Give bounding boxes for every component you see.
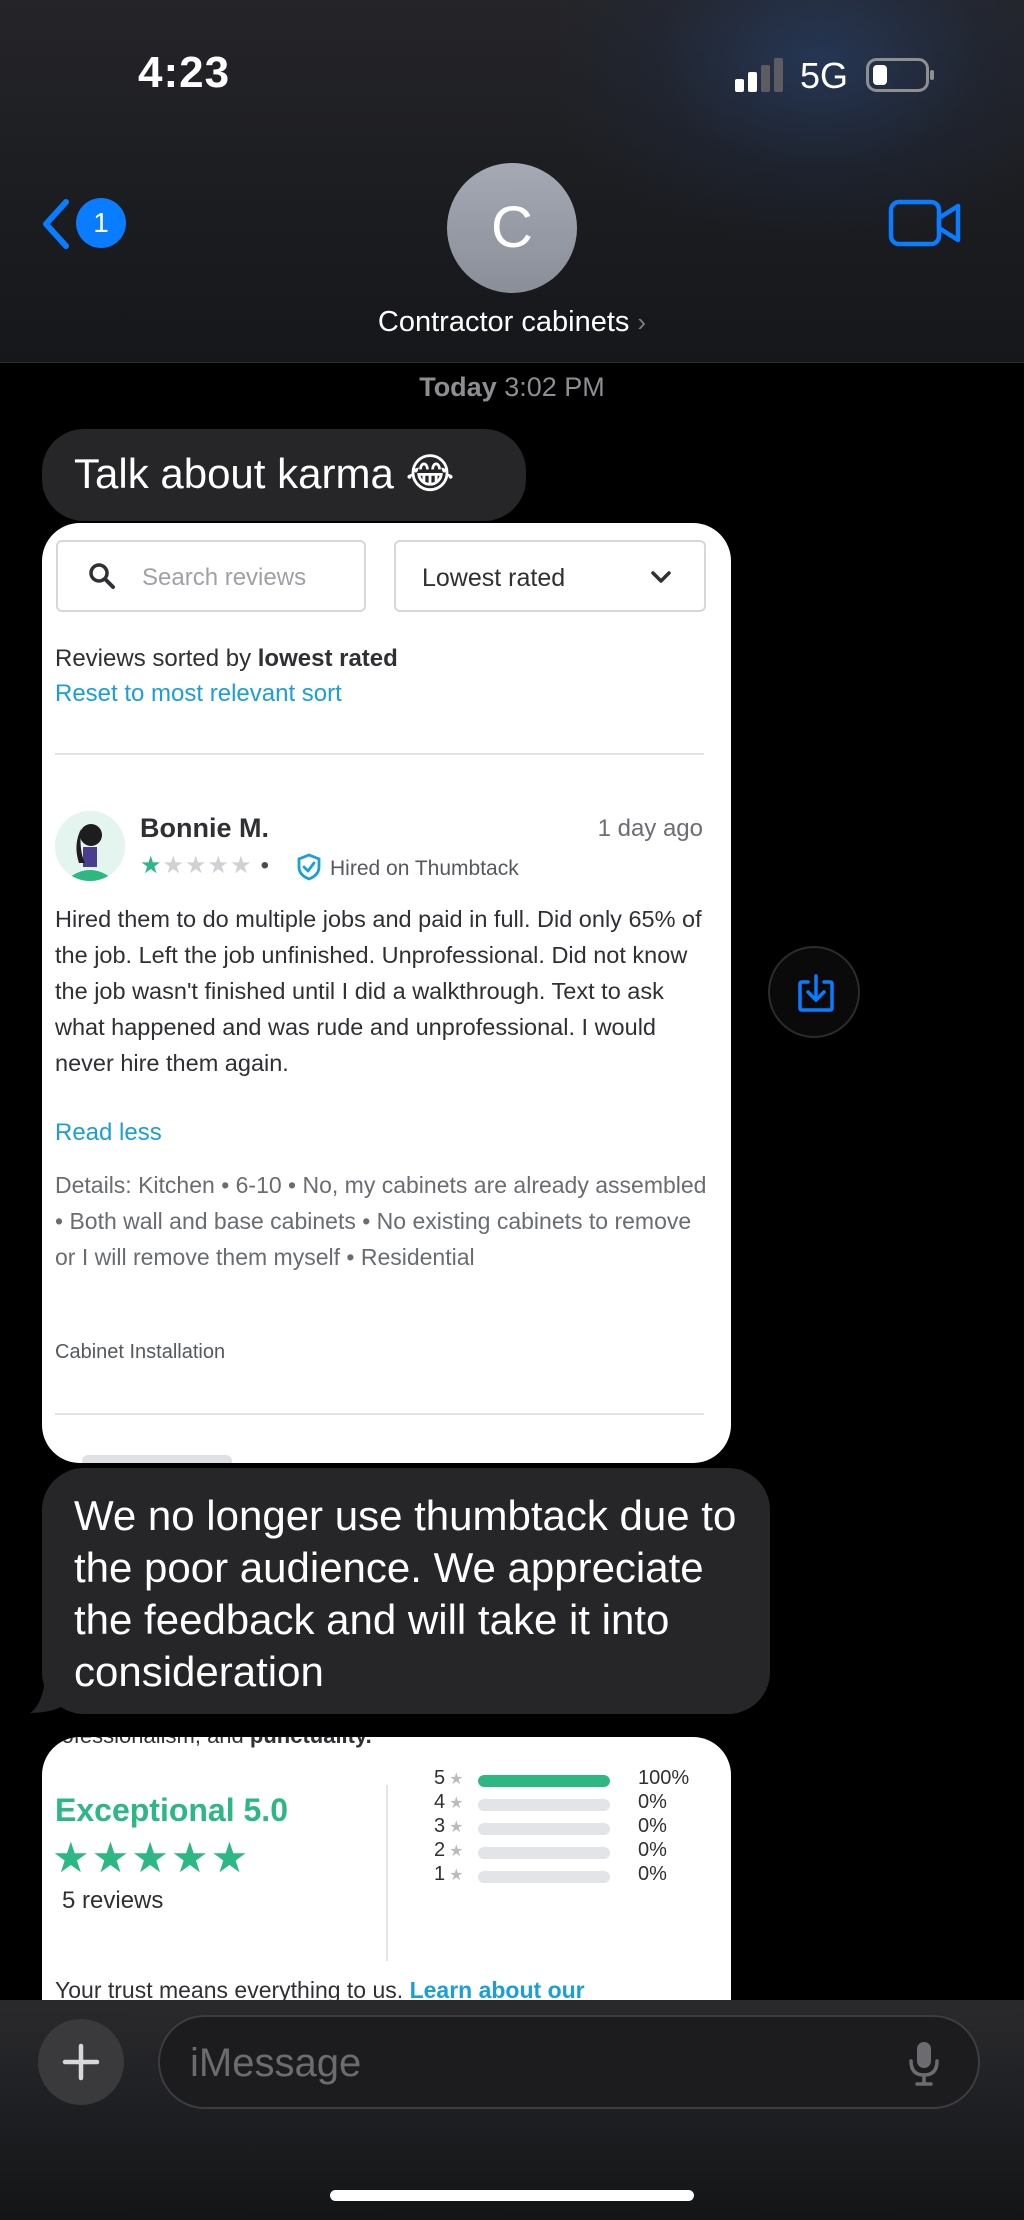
video-camera-icon [888, 199, 961, 247]
image-attachment-review[interactable]: Search reviews Lowest rated Reviews sort… [42, 523, 731, 1463]
message-timestamp: Today 3:02 PM [0, 372, 1024, 403]
service-category: Cabinet Installation [55, 1341, 226, 1363]
save-download-icon [798, 974, 834, 1012]
battery-icon [866, 58, 936, 92]
rating-row-percent: 100% [638, 1767, 690, 1789]
sort-description-prefix: Reviews sorted by [55, 645, 258, 672]
rating-bar [478, 1775, 610, 1787]
plus-icon [62, 2043, 100, 2081]
rating-distribution-row: 1 ★ 0% [434, 1863, 714, 1891]
status-time: 4:23 [138, 48, 231, 97]
rating-row-label: 1 ★ [434, 1863, 463, 1886]
rating-row-stars: 2 [434, 1839, 446, 1861]
review-count: 5 reviews [62, 1887, 164, 1914]
rating-bar [478, 1823, 610, 1835]
rating-row-percent: 0% [638, 1791, 667, 1813]
chevron-right-icon: › [637, 307, 647, 337]
rating-row-percent: 0% [638, 1863, 667, 1885]
rating-row-percent: 0% [638, 1815, 667, 1837]
rating-bar-fill [478, 1775, 610, 1787]
timestamp-day: Today [419, 372, 497, 402]
rating-bar [478, 1799, 610, 1811]
cellular-signal-icon [735, 58, 787, 92]
video-call-button[interactable] [888, 198, 962, 248]
rating-bar [478, 1871, 610, 1883]
rating-row-percent: 0% [638, 1839, 667, 1861]
sort-select: Lowest rated [394, 540, 706, 612]
cut-off-text-prefix: professionalism, and [42, 1737, 250, 1748]
microphone-icon[interactable] [906, 2039, 942, 2087]
cut-off-text: professionalism, and punctuality. [42, 1737, 372, 1749]
contact-avatar[interactable]: C [447, 163, 577, 293]
save-image-button[interactable] [768, 946, 860, 1038]
rating-bar [478, 1847, 610, 1859]
hired-badge: Hired on Thumbtack [296, 853, 519, 881]
image-attachment-rating-summary[interactable]: professionalism, and punctuality. Except… [42, 1737, 731, 2037]
star-icon: ★ [449, 1843, 464, 1860]
reset-sort-link: Reset to most relevant sort [55, 680, 342, 707]
star-icon: ★ [449, 1771, 464, 1788]
divider [55, 753, 704, 755]
divider [55, 1413, 704, 1415]
sort-description-value: lowest rated [257, 645, 398, 672]
rating-row-label: 3 ★ [434, 1815, 463, 1838]
rating-row-label: 5 ★ [434, 1767, 463, 1790]
star-icon: ★ [449, 1819, 464, 1836]
message-text: We no longer use thumbtack due to the po… [74, 1492, 737, 1695]
unread-badge: 1 [76, 198, 126, 248]
overall-rating-label: Exceptional 5.0 [55, 1792, 288, 1828]
rating-row-label: 4 ★ [434, 1791, 463, 1814]
sort-description: Reviews sorted by lowest rated [55, 645, 398, 673]
home-indicator[interactable] [330, 2190, 694, 2201]
cut-off-text-bold: punctuality. [250, 1737, 372, 1748]
received-message-bubble[interactable]: Talk about karma 😂 [42, 429, 526, 521]
next-review-cut-off [82, 1455, 232, 1463]
back-chevron-icon [43, 199, 69, 249]
chevron-down-icon [651, 571, 671, 583]
imessage-input[interactable]: iMessage [158, 2015, 980, 2109]
review-details: Details: Kitchen • 6-10 • No, my cabinet… [55, 1172, 707, 1270]
star-filled-icon: ★ [140, 852, 163, 879]
review-rating: ★★★★★ • [140, 852, 270, 879]
review-text: Hired them to do multiple jobs and paid … [55, 906, 702, 1076]
back-button[interactable]: 1 [40, 192, 140, 254]
star-icon: ★ [449, 1795, 464, 1812]
search-icon [89, 563, 115, 589]
rating-row-stars: 4 [434, 1791, 446, 1813]
contact-name: Contractor cabinets [377, 306, 630, 338]
sort-value: Lowest rated [422, 564, 566, 592]
rating-row-stars: 1 [434, 1863, 446, 1885]
received-message-bubble[interactable]: We no longer use thumbtack due to the po… [42, 1468, 770, 1714]
overall-stars: ★★★★★ [52, 1834, 251, 1881]
rating-row-stars: 5 [434, 1767, 446, 1789]
imessage-placeholder: iMessage [190, 2041, 362, 2085]
verified-shield-icon [297, 853, 321, 881]
rating-row-label: 2 ★ [434, 1839, 463, 1862]
network-type: 5G [800, 55, 849, 96]
reviewer-avatar [55, 811, 125, 881]
contact-name-button[interactable]: Contractor cabinets › [0, 306, 1024, 339]
vertical-divider [386, 1785, 388, 1961]
timestamp-time: 3:02 PM [504, 372, 605, 402]
rating-row-stars: 3 [434, 1815, 446, 1837]
hired-label: Hired on Thumbtack [330, 857, 519, 880]
star-icon: ★ [449, 1867, 464, 1884]
read-less-link: Read less [55, 1119, 162, 1146]
composer-bar: iMessage [0, 2000, 1024, 2220]
reviewer-name: Bonnie M. [140, 813, 269, 843]
search-placeholder: Search reviews [142, 564, 307, 591]
message-text: Talk about karma 😂 [74, 450, 455, 497]
star-empty-icon: ★★★★ [162, 852, 253, 879]
conversation-header: 4:23 5G 1 C Contractor cabinets › [0, 0, 1024, 363]
review-search-input: Search reviews [56, 540, 366, 612]
review-date: 1 day ago [597, 815, 703, 842]
apps-plus-button[interactable] [38, 2019, 124, 2105]
